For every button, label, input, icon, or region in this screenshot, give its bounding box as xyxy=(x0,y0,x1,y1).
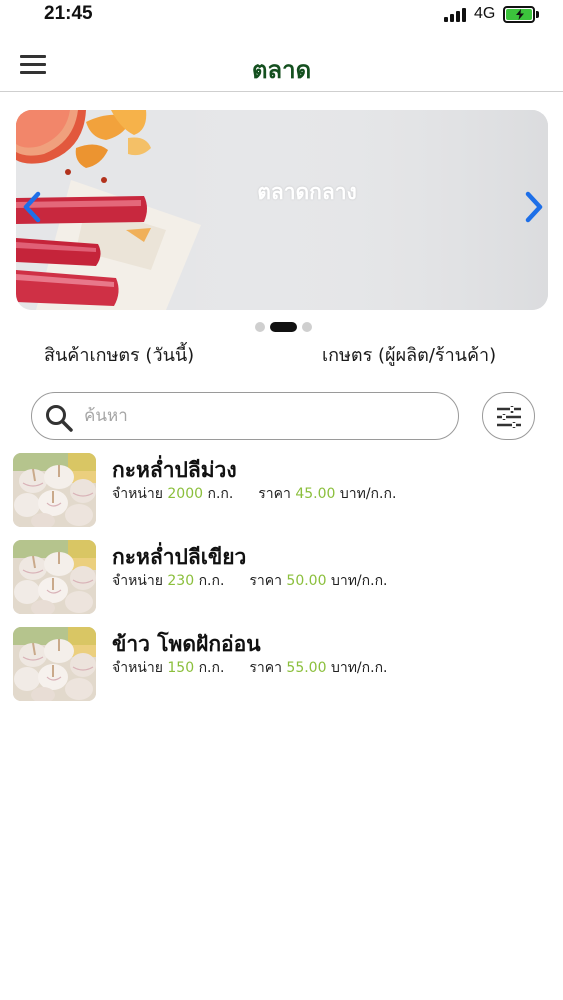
battery-tip xyxy=(536,11,539,18)
chevron-left-icon[interactable] xyxy=(20,190,44,224)
price-unit: บาท/ก.ก. xyxy=(330,660,388,676)
product-item[interactable]: ข้าว โพดฝักอ่อน จำหน่าย 150 ก.ก. ราคา 55… xyxy=(0,626,563,704)
product-quantity: 230 xyxy=(167,573,195,589)
banner-image xyxy=(16,110,548,310)
product-price: 45.00 xyxy=(295,486,336,502)
carousel-dot[interactable] xyxy=(255,322,265,332)
product-thumbnail xyxy=(13,627,96,701)
tab-today-products[interactable]: สินค้าเกษตร (วันนี้) xyxy=(44,340,194,369)
sliders-filter-icon xyxy=(497,406,521,428)
sell-label: จำหน่าย xyxy=(112,486,163,502)
page-title: ตลาด xyxy=(251,56,312,84)
price-label: ราคา xyxy=(249,660,282,676)
price-unit: บาท/ก.ก. xyxy=(330,573,388,589)
network-type: 4G xyxy=(474,5,496,22)
product-price: 55.00 xyxy=(286,660,327,676)
signal-strength-icon xyxy=(444,8,468,22)
search-icon xyxy=(46,405,73,432)
chevron-right-icon[interactable] xyxy=(522,190,546,224)
product-quantity: 2000 xyxy=(167,486,204,502)
price-label: ราคา xyxy=(249,573,282,589)
product-thumbnail xyxy=(13,453,96,527)
product-meta: จำหน่าย 2000 ก.ก. ราคา 45.00 บาท/ก.ก. xyxy=(112,483,396,505)
sell-label: จำหน่าย xyxy=(112,660,163,676)
tab-farmer-shops[interactable]: เกษตร (ผู้ผลิต/ร้านค้า) xyxy=(322,340,496,369)
carousel-dot[interactable] xyxy=(302,322,312,332)
price-unit: บาท/ก.ก. xyxy=(339,486,397,502)
search-input[interactable] xyxy=(84,401,444,431)
app-header: ตลาด xyxy=(0,38,563,92)
quantity-unit: ก.ก. xyxy=(198,573,225,589)
carousel-indicator xyxy=(0,322,563,332)
banner-carousel[interactable]: ตลาดกลาง xyxy=(16,110,548,310)
status-time: 21:45 xyxy=(44,3,93,24)
status-bar: 21:45 4G xyxy=(0,0,563,32)
quantity-unit: ก.ก. xyxy=(207,486,234,502)
battery-icon xyxy=(503,6,535,23)
product-item[interactable]: กะหล่ำปลีเขียว จำหน่าย 230 ก.ก. ราคา 50.… xyxy=(0,539,563,617)
carousel-dot-active[interactable] xyxy=(270,322,297,332)
price-label: ราคา xyxy=(258,486,291,502)
product-quantity: 150 xyxy=(167,660,195,676)
product-meta: จำหน่าย 150 ก.ก. ราคา 55.00 บาท/ก.ก. xyxy=(112,657,388,679)
product-price: 50.00 xyxy=(286,573,327,589)
quantity-unit: ก.ก. xyxy=(198,660,225,676)
product-item[interactable]: กะหล่ำปลีม่วง จำหน่าย 2000 ก.ก. ราคา 45.… xyxy=(0,452,563,530)
filter-button[interactable] xyxy=(482,392,535,440)
product-meta: จำหน่าย 230 ก.ก. ราคา 50.00 บาท/ก.ก. xyxy=(112,570,388,592)
sell-label: จำหน่าย xyxy=(112,573,163,589)
product-thumbnail xyxy=(13,540,96,614)
banner-caption: ตลาดกลาง xyxy=(257,180,357,204)
search-box[interactable] xyxy=(31,392,459,440)
